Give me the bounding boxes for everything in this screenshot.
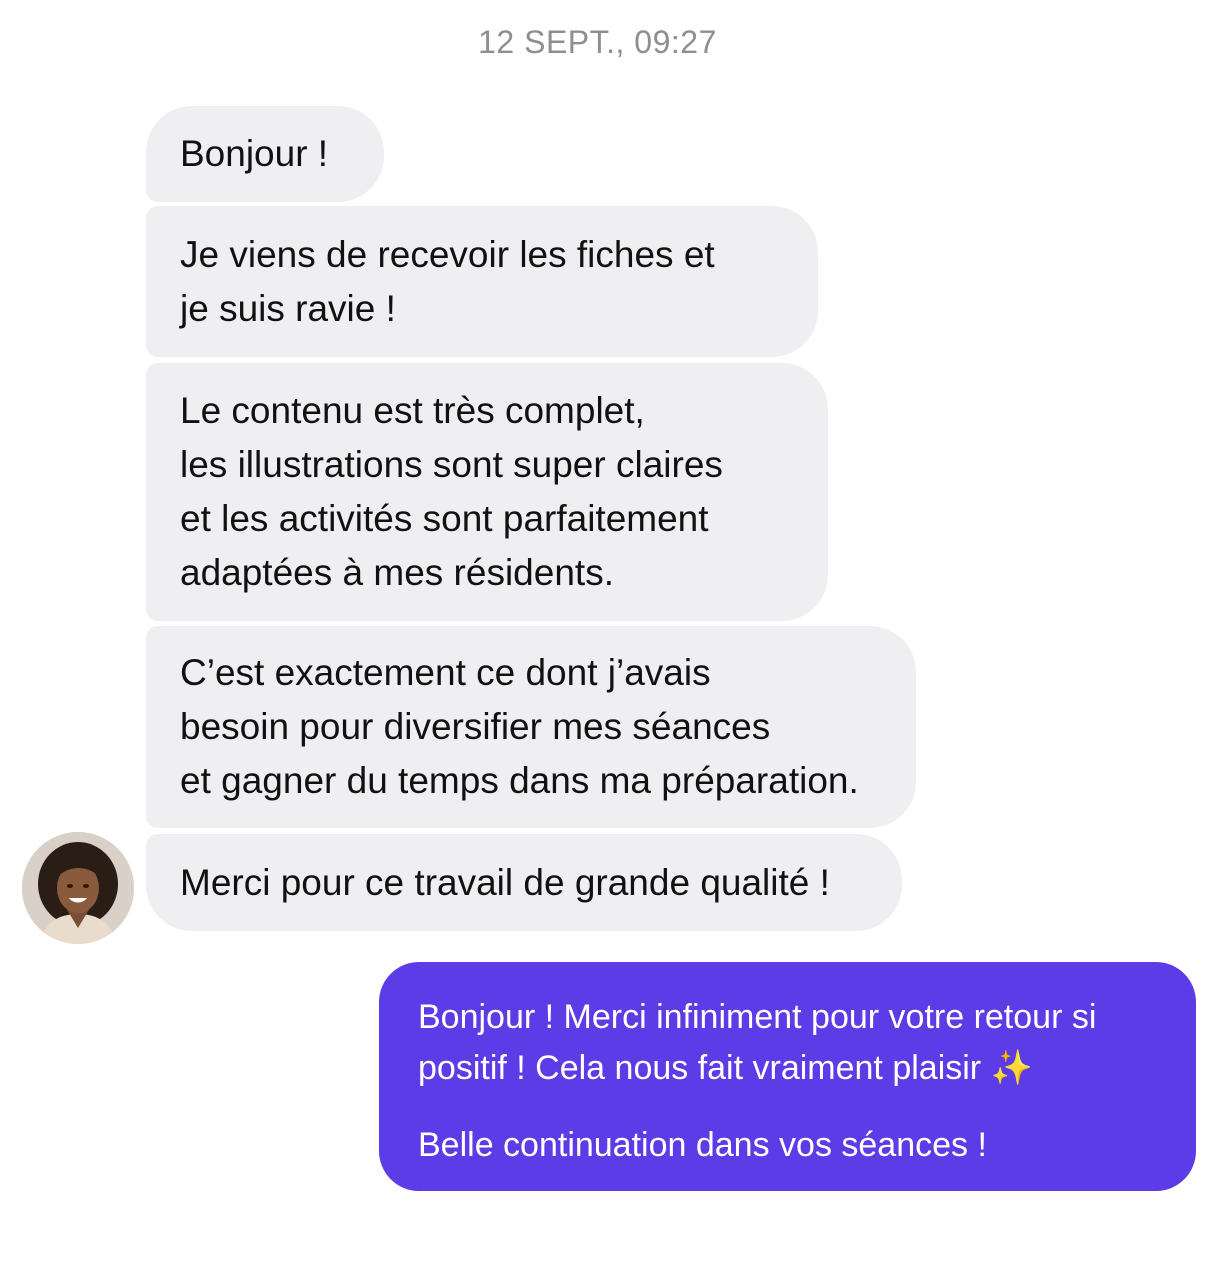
outgoing-message-bubble[interactable]: Bonjour ! Merci infiniment pour votre re…	[379, 962, 1196, 1191]
message-text-line: Bonjour ! Merci infiniment pour votre re…	[418, 998, 1097, 1036]
outgoing-paragraph: Bonjour ! Merci infiniment pour votre re…	[418, 992, 1158, 1094]
incoming-message-bubble[interactable]: Merci pour ce travail de grande qualité …	[146, 834, 902, 931]
incoming-message-bubble[interactable]: C’est exactement ce dont j’avais besoin …	[146, 626, 916, 828]
message-text-line: Je viens de recevoir les fiches et	[180, 233, 715, 275]
message-text-line: Le contenu est très complet,	[180, 390, 645, 431]
message-text-line: positif ! Cela nous fait vraiment plaisi…	[418, 1049, 982, 1087]
sender-avatar[interactable]	[22, 832, 134, 944]
message-text-line: Bonjour !	[180, 133, 329, 174]
sparkles-icon: ✨	[990, 1049, 1033, 1087]
message-text-line: Merci pour ce travail de grande qualité …	[180, 861, 830, 903]
message-text-line: et gagner du temps dans ma préparation.	[180, 760, 859, 801]
message-text-line: C’est exactement ce dont j’avais	[180, 652, 711, 693]
message-text-line: Belle continuation dans vos séances !	[418, 1126, 987, 1164]
outgoing-paragraph: Belle continuation dans vos séances !	[418, 1120, 1158, 1171]
message-text-line-with-emoji: positif ! Cela nous fait vraiment plaisi…	[418, 1043, 1158, 1094]
message-text-line: les illustrations sont super claires	[180, 444, 723, 485]
incoming-message-bubble[interactable]: Bonjour !	[146, 106, 384, 202]
message-text-line: besoin pour diversifier mes séances	[180, 706, 771, 747]
message-timestamp: 12 SEPT., 09:27	[478, 24, 717, 60]
incoming-message-bubble[interactable]: Je viens de recevoir les fiches et je su…	[146, 206, 818, 357]
message-text-line: adaptées à mes résidents.	[180, 552, 614, 593]
incoming-message-bubble[interactable]: Le contenu est très complet, les illustr…	[146, 363, 828, 621]
avatar-portrait	[22, 832, 134, 944]
message-text-line: et les activités sont parfaitement	[180, 498, 709, 539]
message-text-line: je suis ravie !	[180, 287, 396, 329]
